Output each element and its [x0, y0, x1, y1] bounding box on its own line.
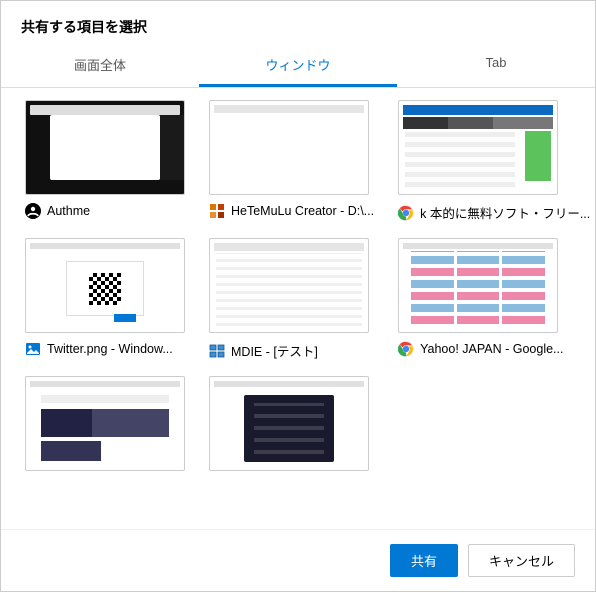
- tab-tab[interactable]: Tab: [397, 45, 595, 87]
- thumbnail: [25, 238, 185, 333]
- chrome-icon: [398, 341, 414, 357]
- window-label: Yahoo! JAPAN - Google...: [420, 342, 563, 356]
- thumbnail: [209, 376, 369, 471]
- cancel-button[interactable]: キャンセル: [468, 544, 575, 577]
- tab-bar: 画面全体 ウィンドウ Tab: [1, 45, 595, 88]
- dialog-header: 共有する項目を選択: [1, 1, 595, 45]
- window-item-authme[interactable]: Authme: [25, 100, 185, 222]
- mdie-icon: [209, 343, 225, 359]
- window-item-mdie[interactable]: MDIE - [テスト]: [209, 238, 374, 360]
- thumbnail: [209, 100, 369, 195]
- dialog-footer: 共有 キャンセル: [1, 529, 595, 591]
- window-label: Twitter.png - Window...: [47, 342, 173, 356]
- window-item-yahoo[interactable]: Yahoo! JAPAN - Google...: [398, 238, 590, 360]
- window-item-7[interactable]: [25, 376, 185, 495]
- window-list[interactable]: Authme HeTeMuLu Creator - D:\...: [1, 88, 595, 529]
- window-item-freesoft[interactable]: k 本的に無料ソフト・フリー...: [398, 100, 590, 222]
- thumbnail: [398, 100, 558, 195]
- window-item-twitter-png[interactable]: Twitter.png - Window...: [25, 238, 185, 360]
- thumbnail: [209, 238, 369, 333]
- window-item-hetemulu[interactable]: HeTeMuLu Creator - D:\...: [209, 100, 374, 222]
- chrome-icon: [398, 205, 414, 221]
- authme-icon: [25, 203, 41, 219]
- window-label: HeTeMuLu Creator - D:\...: [231, 204, 374, 218]
- window-label: Authme: [47, 204, 90, 218]
- share-button[interactable]: 共有: [390, 544, 458, 577]
- window-label: MDIE - [テスト]: [231, 341, 318, 360]
- photos-icon: [25, 341, 41, 357]
- window-label: k 本的に無料ソフト・フリー...: [420, 203, 590, 222]
- window-item-8[interactable]: [209, 376, 374, 495]
- share-dialog: 共有する項目を選択 画面全体 ウィンドウ Tab Authme: [0, 0, 596, 592]
- tab-entire-screen[interactable]: 画面全体: [1, 45, 199, 87]
- hetemulu-icon: [209, 203, 225, 219]
- thumbnail: [398, 238, 558, 333]
- dialog-title: 共有する項目を選択: [21, 17, 575, 37]
- thumbnail: [25, 376, 185, 471]
- tab-window[interactable]: ウィンドウ: [199, 45, 397, 87]
- thumbnail: [25, 100, 185, 195]
